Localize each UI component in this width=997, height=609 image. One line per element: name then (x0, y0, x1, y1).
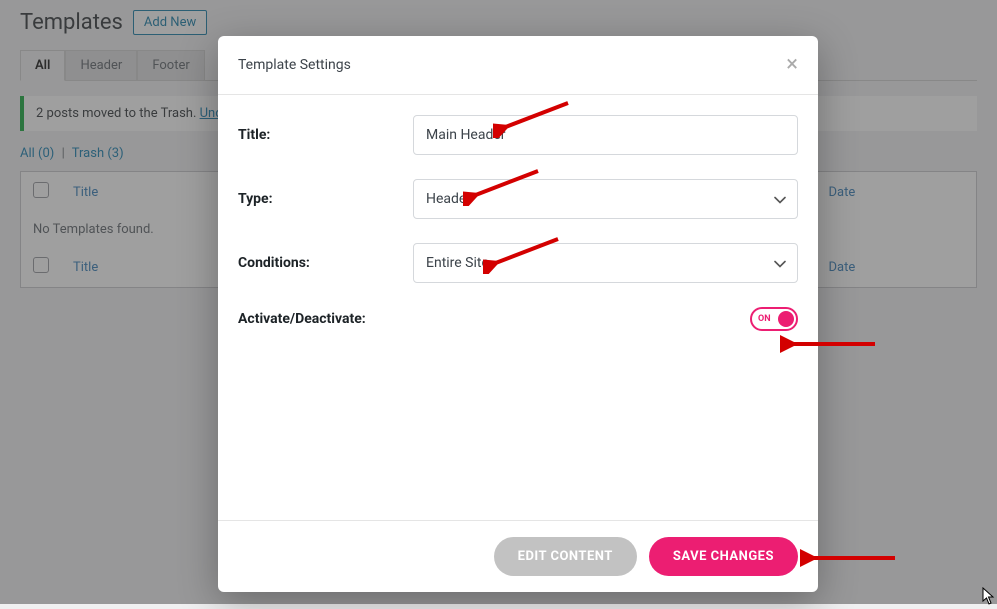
activate-toggle[interactable]: ON (750, 307, 798, 331)
modal-title: Template Settings (238, 57, 351, 73)
title-label: Title: (238, 127, 413, 143)
activate-label: Activate/Deactivate: (238, 311, 366, 327)
title-input[interactable] (413, 115, 798, 155)
template-settings-modal: Template Settings × Title: Type: Header … (218, 36, 818, 592)
type-label: Type: (238, 191, 413, 207)
save-changes-button[interactable]: SAVE CHANGES (649, 537, 798, 576)
conditions-select[interactable]: Entire Site (413, 243, 798, 283)
close-icon[interactable]: × (786, 54, 798, 76)
conditions-label: Conditions: (238, 255, 413, 271)
cursor-icon (982, 587, 996, 609)
type-select[interactable]: Header (413, 179, 798, 219)
edit-content-button[interactable]: EDIT CONTENT (494, 537, 637, 576)
toggle-on-label: ON (758, 314, 771, 324)
